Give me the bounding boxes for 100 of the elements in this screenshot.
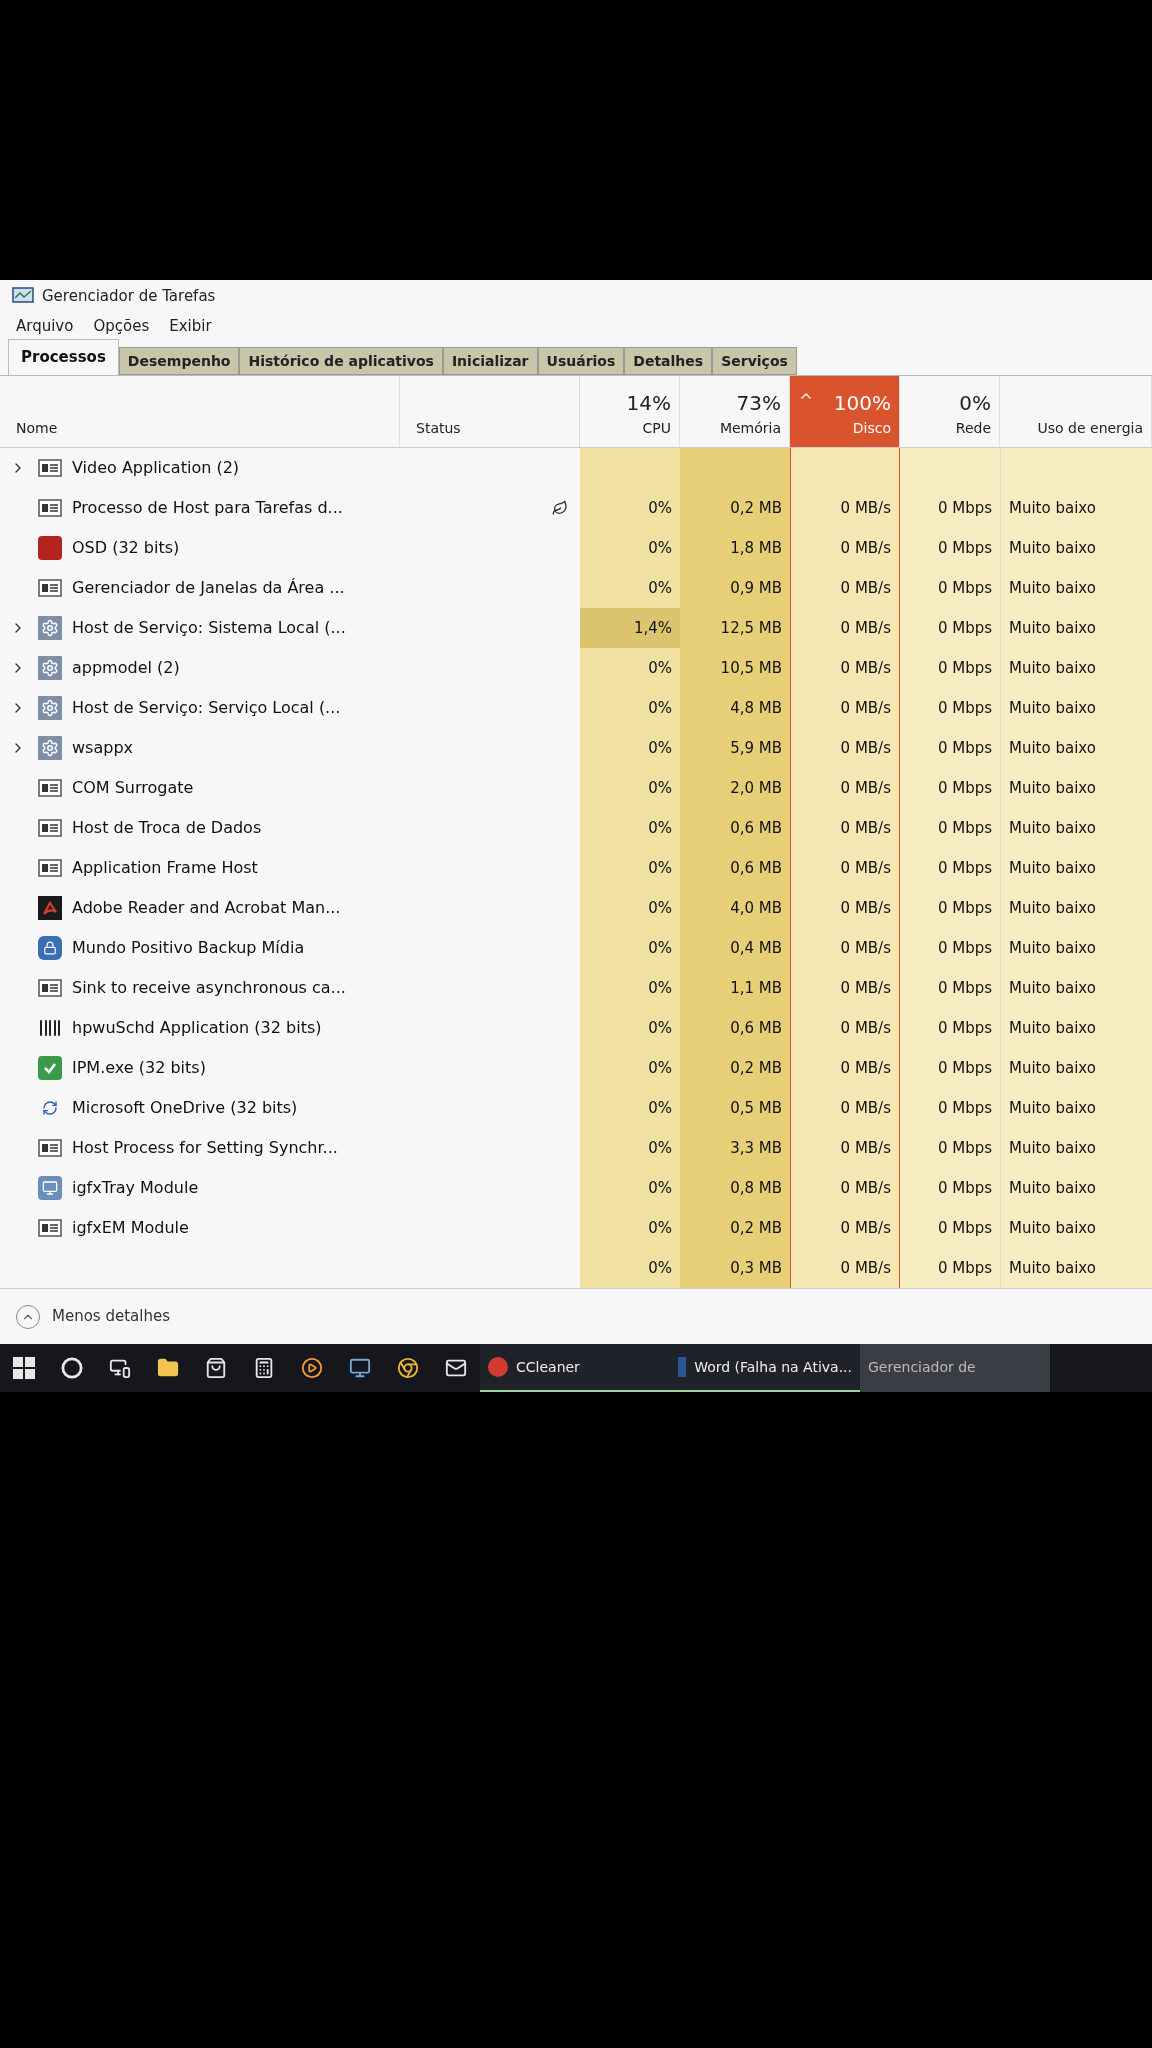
cpu-cell: 0% bbox=[580, 1208, 680, 1248]
disk-cell: 0 MB/s bbox=[790, 728, 900, 768]
calculator-icon[interactable] bbox=[253, 1357, 275, 1379]
memory-cell: 10,5 MB bbox=[680, 648, 790, 688]
app-icon bbox=[488, 1357, 508, 1377]
column-header[interactable]: Nome bbox=[0, 376, 400, 447]
cpu-cell: 0% bbox=[580, 488, 680, 528]
memory-cell: 0,2 MB bbox=[680, 488, 790, 528]
memory-cell: 0,5 MB bbox=[680, 1088, 790, 1128]
tab[interactable]: Inicializar bbox=[442, 347, 538, 375]
network-cell: 0 Mbps bbox=[900, 1168, 1000, 1208]
cpu-cell: 0% bbox=[580, 568, 680, 608]
process-name: Adobe Reader and Acrobat Man... bbox=[72, 897, 341, 919]
cpu-cell: 0% bbox=[580, 648, 680, 688]
window-icon bbox=[38, 459, 62, 477]
network-cell: 0 Mbps bbox=[900, 888, 1000, 928]
network-cell: 0 Mbps bbox=[900, 1088, 1000, 1128]
memory-cell: 4,0 MB bbox=[680, 888, 790, 928]
cpu-cell: 0% bbox=[580, 888, 680, 928]
cpu-cell: 0% bbox=[580, 1248, 680, 1288]
menu-item[interactable]: Arquivo bbox=[16, 314, 74, 338]
memory-cell: 0,6 MB bbox=[680, 808, 790, 848]
monitor-icon[interactable] bbox=[349, 1357, 371, 1379]
network-cell: 0 Mbps bbox=[900, 848, 1000, 888]
disk-cell: 0 MB/s bbox=[790, 648, 900, 688]
memory-cell: 0,2 MB bbox=[680, 1208, 790, 1248]
power-cell: Muito baixo bbox=[1000, 728, 1152, 768]
taskbar-app-button[interactable]: Word (Falha na Ativa... bbox=[670, 1344, 860, 1392]
disk-cell: 0 MB/s bbox=[790, 1128, 900, 1168]
tab[interactable]: Processos bbox=[8, 339, 119, 375]
disk-cell: 0 MB/s bbox=[790, 1168, 900, 1208]
cpu-cell: 0% bbox=[580, 1048, 680, 1088]
task-view-icon[interactable] bbox=[109, 1357, 131, 1379]
gear-icon bbox=[38, 736, 62, 760]
disk-cell: 0 MB/s bbox=[790, 1208, 900, 1248]
window-icon bbox=[38, 979, 62, 997]
window-icon bbox=[38, 819, 62, 837]
windows-logo-icon[interactable] bbox=[13, 1357, 35, 1379]
disk-cell: 0 MB/s bbox=[790, 888, 900, 928]
column-header[interactable]: 0% Rede bbox=[900, 376, 1000, 447]
cpu-cell: 0% bbox=[580, 528, 680, 568]
menu-item[interactable]: Opções bbox=[93, 314, 150, 338]
disk-cell: 0 MB/s bbox=[790, 808, 900, 848]
cpu-cell: 0% bbox=[580, 968, 680, 1008]
process-name: hpwuSchd Application (32 bits) bbox=[72, 1017, 322, 1039]
memory-cell: 0,4 MB bbox=[680, 928, 790, 968]
process-name: wsappx bbox=[72, 737, 133, 759]
lock-icon bbox=[38, 936, 62, 960]
power-cell: Muito baixo bbox=[1000, 1248, 1152, 1288]
browser-icon[interactable] bbox=[397, 1357, 419, 1379]
word-icon bbox=[678, 1357, 687, 1377]
column-header[interactable]: 100% Disco bbox=[790, 376, 900, 447]
cpu-cell: 0% bbox=[580, 1088, 680, 1128]
play-icon[interactable] bbox=[301, 1357, 323, 1379]
folder-icon[interactable] bbox=[157, 1357, 179, 1379]
tab[interactable]: Desempenho bbox=[118, 347, 240, 375]
tab[interactable]: Histórico de aplicativos bbox=[239, 347, 443, 375]
memory-cell: 0,9 MB bbox=[680, 568, 790, 608]
disk-cell: 0 MB/s bbox=[790, 1048, 900, 1088]
menu-item[interactable]: Exibir bbox=[169, 314, 212, 338]
disk-cell: 0 MB/s bbox=[790, 1248, 900, 1288]
process-name: Video Application (2) bbox=[72, 457, 240, 479]
window-icon bbox=[38, 859, 62, 877]
network-cell: 0 Mbps bbox=[900, 488, 1000, 528]
memory-cell: 0,6 MB bbox=[680, 848, 790, 888]
column-header[interactable]: Status bbox=[400, 376, 580, 447]
memory-cell: 12,5 MB bbox=[680, 608, 790, 648]
search-icon[interactable] bbox=[61, 1357, 83, 1379]
task-manager-icon bbox=[12, 287, 34, 305]
memory-cell: 4,8 MB bbox=[680, 688, 790, 728]
process-name: OSD (32 bits) bbox=[72, 537, 180, 559]
monitor-icon bbox=[38, 1176, 62, 1200]
tab[interactable]: Serviços bbox=[712, 347, 797, 375]
memory-cell: 0,6 MB bbox=[680, 1008, 790, 1048]
shopping-bag-icon[interactable] bbox=[205, 1357, 227, 1379]
taskbar-app-button[interactable]: CCleaner bbox=[480, 1344, 670, 1392]
mail-icon[interactable] bbox=[445, 1357, 467, 1379]
disk-cell: 0 MB/s bbox=[790, 488, 900, 528]
cpu-cell: 0% bbox=[580, 1128, 680, 1168]
disk-cell: 0 MB/s bbox=[790, 928, 900, 968]
cpu-cell: 0% bbox=[580, 728, 680, 768]
gear-icon bbox=[38, 616, 62, 640]
sync-icon bbox=[42, 1100, 58, 1116]
cpu-cell: 0% bbox=[580, 688, 680, 728]
cpu-cell: 0% bbox=[580, 848, 680, 888]
column-header[interactable]: 14% CPU bbox=[580, 376, 680, 447]
tab[interactable]: Detalhes bbox=[624, 347, 713, 375]
memory-cell: 0,3 MB bbox=[680, 1248, 790, 1288]
disk-cell: 0 MB/s bbox=[790, 608, 900, 648]
cpu-cell: 0% bbox=[580, 808, 680, 848]
tab[interactable]: Usuários bbox=[537, 347, 625, 375]
window-icon bbox=[38, 579, 62, 597]
disk-cell: 0 MB/s bbox=[790, 768, 900, 808]
window-icon bbox=[38, 779, 62, 797]
network-cell: 0 Mbps bbox=[900, 1008, 1000, 1048]
disk-cell: 0 MB/s bbox=[790, 848, 900, 888]
taskbar-app-button[interactable]: Gerenciador de bbox=[860, 1344, 1050, 1392]
column-header[interactable]: Uso de energia bbox=[1000, 376, 1152, 447]
memory-cell: 0,2 MB bbox=[680, 1048, 790, 1088]
less-details-button[interactable]: Menos detalhes bbox=[16, 1304, 170, 1329]
